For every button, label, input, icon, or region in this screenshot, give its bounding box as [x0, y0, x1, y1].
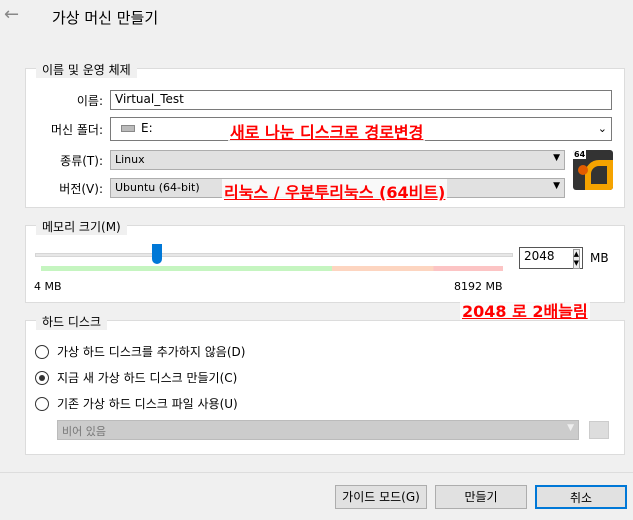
guided-mode-button[interactable]: 가이드 모드(G)	[335, 485, 427, 509]
memory-scale-bar	[41, 266, 503, 271]
folder-browse-icon	[589, 421, 609, 439]
disk-legend: 하드 디스크	[36, 313, 108, 330]
radio-create-disk[interactable]: 지금 새 가상 하드 디스크 만들기(C)	[35, 369, 237, 386]
memory-slider-track[interactable]	[35, 253, 513, 257]
create-button[interactable]: 만들기	[435, 485, 527, 509]
footer-divider	[0, 472, 633, 473]
memory-slider-thumb[interactable]	[151, 244, 162, 264]
folder-value: E:	[141, 121, 153, 135]
name-os-legend: 이름 및 운영 체제	[36, 61, 137, 78]
radio-existing-disk[interactable]: 기존 가상 하드 디스크 파일 사용(U)	[35, 395, 238, 412]
type-select[interactable]: Linux ▼	[110, 150, 565, 170]
dropdown-arrow-icon: ▼	[553, 153, 560, 163]
back-arrow-icon[interactable]: ←	[4, 4, 19, 25]
drive-icon	[121, 125, 135, 132]
name-input[interactable]: Virtual_Test	[110, 90, 612, 110]
dropdown-arrow-icon: ▼	[567, 423, 574, 433]
memory-unit: MB	[590, 251, 609, 265]
disk-file-select: 비어 있음 ▼	[57, 420, 579, 440]
os-ubuntu-icon: 64	[573, 150, 613, 190]
memory-max-label: 8192 MB	[454, 280, 503, 293]
name-label: 이름:	[76, 94, 103, 108]
chevron-down-icon: ⌄	[597, 122, 607, 135]
folder-label: 머신 폴더:	[50, 123, 103, 137]
annotation-memory: 2048 로 2배늘림	[460, 298, 590, 322]
radio-no-disk[interactable]: 가상 하드 디스크를 추가하지 않음(D)	[35, 343, 245, 360]
annotation-folder: 새로 나눈 디스크로 경로변경	[228, 119, 426, 143]
cancel-button[interactable]: 취소	[535, 485, 627, 509]
memory-legend: 메모리 크기(M)	[36, 218, 127, 235]
memory-min-label: 4 MB	[34, 280, 62, 293]
version-label: 버전(V):	[59, 182, 103, 196]
dropdown-arrow-icon: ▼	[553, 181, 560, 191]
annotation-version: 리눅스 / 우분투리눅스 (64비트)	[222, 179, 448, 203]
page-title: 가상 머신 만들기	[52, 9, 159, 27]
spin-arrows-icon[interactable]: ▲ ▼	[572, 249, 580, 269]
memory-spinbox[interactable]: 2048 ▲ ▼	[519, 247, 583, 269]
type-label: 종류(T):	[60, 154, 103, 168]
